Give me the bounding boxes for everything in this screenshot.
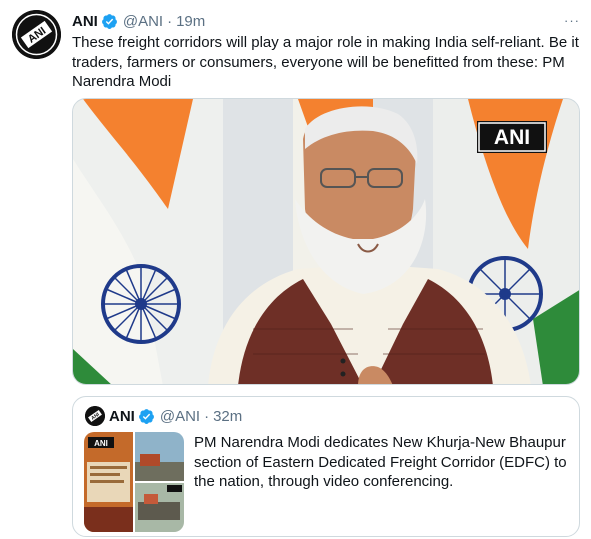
ani-logo-icon: ANI	[12, 10, 61, 59]
separator-dot: ·	[167, 12, 173, 30]
quoted-author-name[interactable]: ANI	[109, 408, 135, 425]
more-options-icon[interactable]: ···	[560, 10, 584, 30]
video-still-image: ANI	[73, 99, 579, 384]
verified-badge-icon	[138, 408, 155, 425]
image-grid-thumbnail: ANI	[84, 432, 184, 532]
avatar[interactable]: ANI	[12, 10, 61, 59]
verified-badge-icon	[101, 13, 118, 30]
tweet[interactable]: ANI ANI @ANI · 19m ··· These freight cor…	[0, 0, 591, 539]
tweet-media-image[interactable]: ANI	[72, 98, 580, 385]
thumbnail-ani-badge: ANI	[94, 439, 108, 448]
tweet-header: ANI @ANI · 19m	[72, 11, 205, 31]
quoted-tweet-text: PM Narendra Modi dedicates New Khurja-Ne…	[194, 434, 567, 490]
timestamp[interactable]: 19m	[176, 13, 205, 30]
quoted-thumbnail-image[interactable]: ANI	[84, 432, 184, 532]
author-name[interactable]: ANI	[72, 13, 98, 30]
separator-dot: ·	[204, 407, 210, 425]
tweet-text: These freight corridors will play a majo…	[72, 34, 579, 90]
quoted-tweet[interactable]: ANI ANI @ANI · 32m ANI PM Narendra Modi …	[72, 396, 580, 537]
quoted-tweet-header: ANI ANI @ANI · 32m	[85, 405, 242, 427]
quoted-author-handle[interactable]: @ANI	[160, 408, 200, 425]
author-handle[interactable]: @ANI	[123, 13, 163, 30]
ani-watermark: ANI	[494, 126, 530, 149]
quoted-timestamp[interactable]: 32m	[213, 408, 242, 425]
ani-logo-icon: ANI	[85, 406, 105, 426]
quoted-avatar[interactable]: ANI	[85, 406, 105, 426]
